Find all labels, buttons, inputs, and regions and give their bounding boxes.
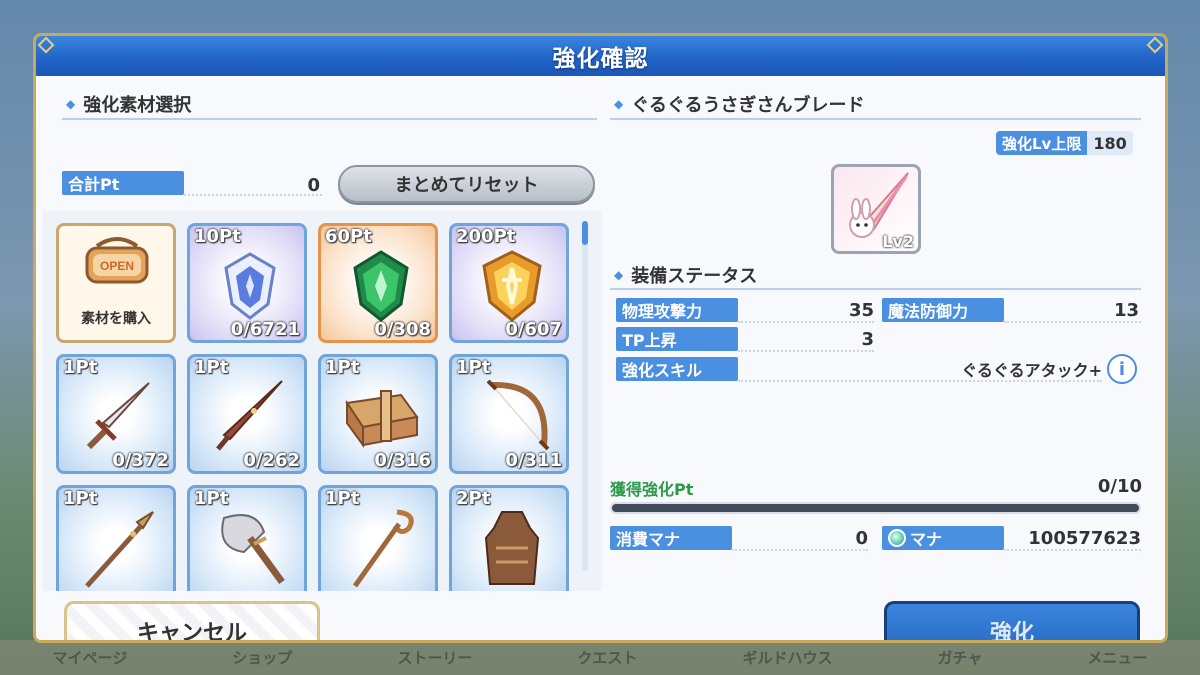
material-pt: 1Pt [194, 357, 229, 378]
section-divider [62, 118, 597, 120]
item-name-header: ◆ ぐるぐるうさぎさんブレード [614, 91, 865, 117]
enhance-button[interactable]: 強化 [884, 601, 1140, 640]
cancel-button[interactable]: キャンセル [64, 601, 320, 640]
gold-crystal-icon [482, 250, 542, 322]
dialog-title-bar: 強化確認 [36, 36, 1165, 76]
stat-label-phys-atk: 物理攻撃力 [616, 298, 738, 322]
material-pt: 1Pt [63, 488, 98, 509]
green-crystal-icon [353, 250, 409, 322]
material-item-shield-box[interactable]: 1Pt 0/316 [318, 354, 438, 474]
total-pt-label: 合計Pt [62, 171, 184, 195]
stat-value-magic-def: 13 [1113, 299, 1139, 321]
material-item-axe[interactable]: 1Pt [187, 485, 307, 591]
material-scrollbar[interactable] [582, 221, 588, 571]
material-scrollbar-thumb[interactable] [582, 221, 588, 245]
spear-icon [85, 511, 154, 588]
equipment-level: Lv2 [882, 232, 914, 251]
material-count: 0/262 [243, 450, 300, 471]
material-item-dagger[interactable]: 1Pt 0/262 [187, 354, 307, 474]
sword-icon [86, 382, 150, 450]
buy-material-label: 素材を購入 [81, 311, 151, 327]
diamond-bullet-icon: ◆ [66, 97, 76, 111]
material-item-staff[interactable]: 1Pt [318, 485, 438, 591]
enhance-skill-value: ぐるぐるアタック+ [961, 361, 1102, 380]
info-icon[interactable]: i [1107, 354, 1137, 384]
equipment-icon: Lv2 [831, 164, 921, 254]
material-item-10pt[interactable]: 10Pt 0/6721 [187, 223, 307, 343]
material-section-title: 強化素材選択 [83, 95, 192, 116]
material-pt: 1Pt [325, 357, 360, 378]
total-pt-value: 0 [307, 174, 320, 196]
material-item-bow[interactable]: 1Pt 0/311 [449, 354, 569, 474]
stat-label-tp-up: TP上昇 [616, 327, 738, 351]
material-grid: OPEN 素材を購入 10Pt 0/6721 60Pt 0/308 200Pt … [42, 211, 602, 591]
material-pt: 200Pt [456, 226, 516, 247]
enhance-limit-label: 強化Lv上限 [996, 131, 1088, 155]
diamond-bullet-icon: ◆ [614, 268, 624, 282]
material-count: 0/372 [112, 450, 169, 471]
material-count: 0/607 [505, 319, 562, 340]
material-count: 0/6721 [230, 319, 300, 340]
mana-label-box: マナ [882, 526, 1004, 550]
enhance-limit-badge: 強化Lv上限 180 [996, 131, 1133, 155]
status-title: 装備ステータス [631, 266, 758, 287]
blue-crystal-icon [224, 252, 276, 320]
material-count: 0/311 [505, 450, 562, 471]
item-name: ぐるぐるうさぎさんブレード [631, 95, 865, 116]
material-count: 0/316 [374, 450, 431, 471]
material-section-header: ◆ 強化素材選択 [66, 91, 191, 117]
enhance-confirm-dialog: 強化確認 ◆ 強化素材選択 合計Pt 0 まとめてリセット OPEN 素材を購入 [33, 33, 1168, 643]
status-header: ◆ 装備ステータス [614, 262, 757, 288]
axe-icon [221, 514, 285, 585]
reset-all-button[interactable]: まとめてリセット [338, 165, 595, 203]
stat-value-phys-atk: 35 [848, 299, 874, 321]
diamond-bullet-icon: ◆ [614, 97, 624, 111]
material-pt: 10Pt [194, 226, 241, 247]
mana-cost-value: 0 [855, 527, 868, 549]
shield-box-icon [345, 390, 419, 449]
material-pt: 1Pt [325, 488, 360, 509]
mana-icon [888, 529, 906, 547]
material-item-200pt[interactable]: 200Pt 0/607 [449, 223, 569, 343]
enhance-limit-value: 180 [1093, 133, 1127, 153]
material-pt: 1Pt [63, 357, 98, 378]
gain-pt-value: 0/10 [1097, 476, 1142, 497]
gain-progress-bar [610, 502, 1141, 514]
staff-icon [352, 509, 414, 588]
dagger-icon [216, 380, 283, 451]
section-divider [610, 118, 1141, 120]
material-item-60pt[interactable]: 60Pt 0/308 [318, 223, 438, 343]
mana-value: 100577623 [1028, 527, 1141, 549]
shop-sign-icon: OPEN [85, 237, 149, 284]
material-item-spear[interactable]: 1Pt [56, 485, 176, 591]
dialog-content: ◆ 強化素材選択 合計Pt 0 まとめてリセット OPEN 素材を購入 10Pt… [36, 76, 1165, 640]
material-pt: 60Pt [325, 226, 372, 247]
material-item-armor[interactable]: 2Pt [449, 485, 569, 591]
material-item-sword[interactable]: 1Pt 0/372 [56, 354, 176, 474]
mana-cost-label: 消費マナ [610, 526, 732, 550]
material-pt: 1Pt [456, 357, 491, 378]
armor-icon [484, 511, 540, 585]
stat-value-tp-up: 3 [861, 328, 874, 350]
dialog-title: 強化確認 [552, 46, 649, 72]
material-pt: 1Pt [194, 488, 229, 509]
gain-pt-label: 獲得強化Pt [610, 480, 694, 499]
mana-label: マナ [910, 530, 943, 549]
section-divider [610, 288, 1141, 290]
material-pt: 2Pt [456, 488, 491, 509]
svg-text:OPEN: OPEN [100, 259, 134, 273]
bow-icon [486, 379, 550, 451]
enhance-skill-label: 強化スキル [616, 357, 738, 381]
stat-label-magic-def: 魔法防御力 [882, 298, 1004, 322]
material-count: 0/308 [374, 319, 431, 340]
buy-material-button[interactable]: OPEN 素材を購入 [56, 223, 176, 343]
